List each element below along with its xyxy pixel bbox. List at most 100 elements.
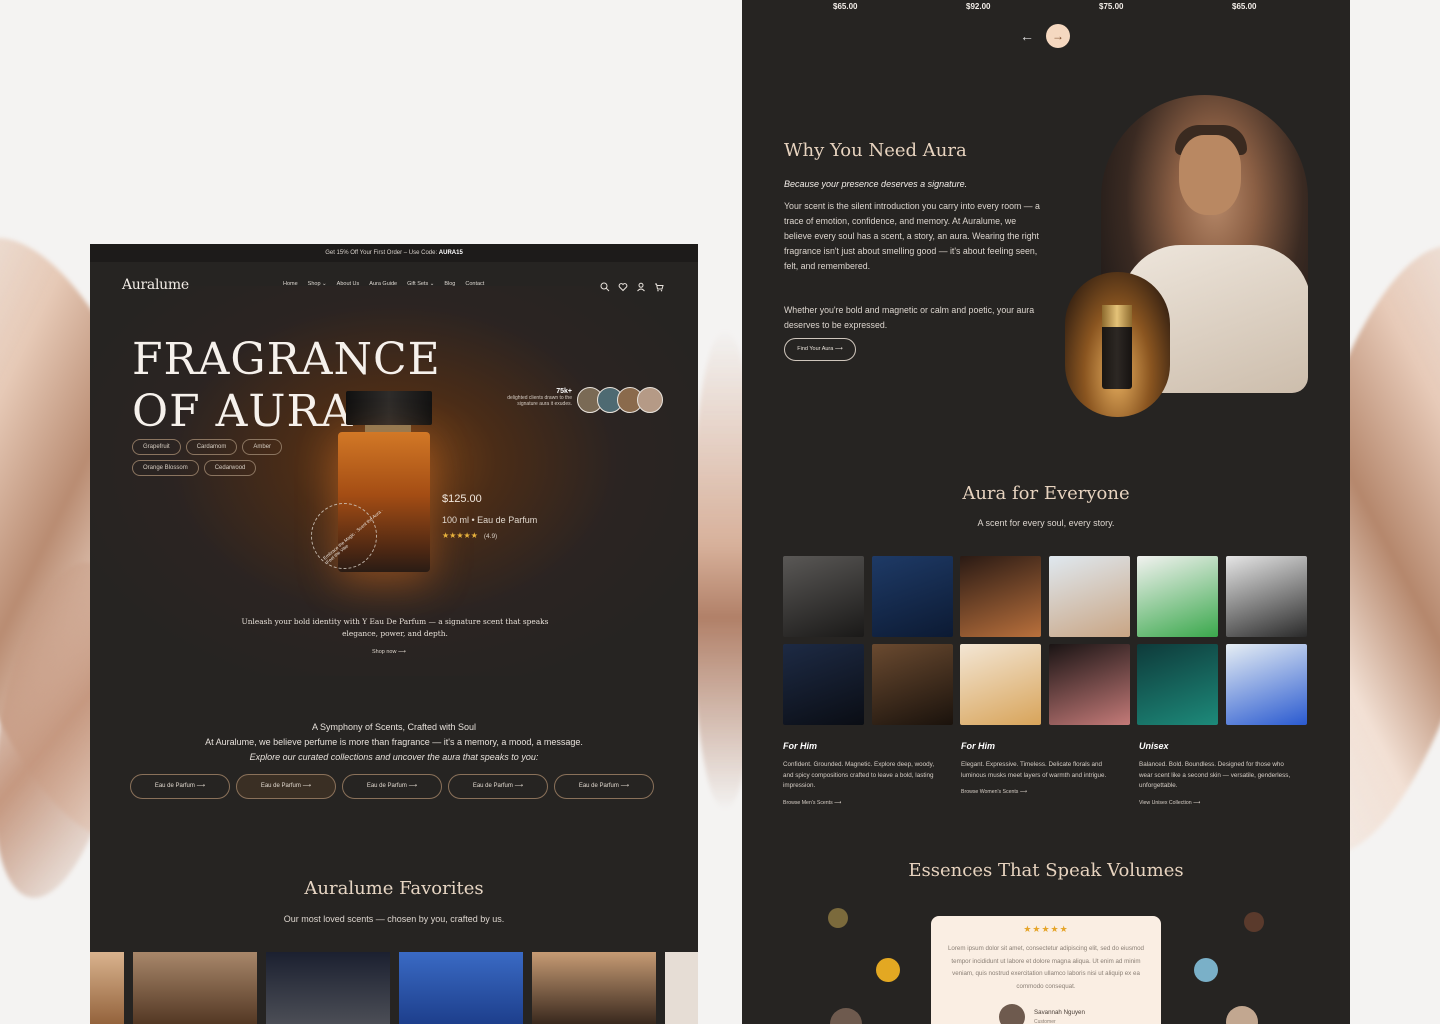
arrow-left-icon[interactable]: ← xyxy=(1020,28,1034,44)
perfume-image[interactable] xyxy=(1048,556,1130,637)
audience-column: Unisex Balanced. Bold. Boundless. Design… xyxy=(1139,741,1294,806)
arrow-right-icon[interactable]: → xyxy=(1046,24,1070,48)
user-icon[interactable] xyxy=(636,279,646,292)
why-paragraph: Your scent is the silent introduction yo… xyxy=(784,201,1040,271)
testimonial-text: Lorem ipsum dolor sit amet, consectetur … xyxy=(947,945,1145,990)
perfume-bottle-neck xyxy=(365,425,411,432)
client-avatars xyxy=(577,387,663,413)
about-panel: $65.00 $92.00 $75.00 $65.00 ← → Why You … xyxy=(742,0,1350,1024)
audience-columns: For Him Confident. Grounded. Magnetic. E… xyxy=(783,741,1294,806)
promo-bar: Get 15% Off Your First Order – Use Code:… xyxy=(90,244,698,262)
product-image[interactable] xyxy=(266,952,390,1024)
menu: Home Shop ⌄ About Us Aura Guide Gift Set… xyxy=(283,281,484,287)
perfume-image[interactable] xyxy=(783,556,864,637)
carousel-arrows: ← → xyxy=(1020,24,1070,48)
logo[interactable]: Auralume xyxy=(122,277,189,293)
collection-pills: Eau de Parfum ⟶ Eau de Parfum ⟶ Eau de P… xyxy=(130,774,654,799)
find-your-aura-button[interactable]: Find Your Aura ⟶ xyxy=(784,338,856,361)
avatar xyxy=(1226,1006,1258,1024)
tag-grapefruit[interactable]: Grapefruit xyxy=(132,439,181,455)
heart-icon[interactable] xyxy=(618,279,628,292)
everyone-title: Aura for Everyone xyxy=(962,483,1130,504)
favorites-carousel xyxy=(90,952,698,1024)
avatar xyxy=(830,1008,862,1024)
tag-amber[interactable]: Amber xyxy=(242,439,283,455)
browse-womens-link[interactable]: Browse Women's Scents ⟶ xyxy=(961,789,1116,795)
reviewer-role: Customer xyxy=(1034,1019,1056,1024)
product-image[interactable] xyxy=(532,952,656,1024)
reviewer-name: Savannah Nguyen xyxy=(1034,1009,1085,1016)
main-nav: Auralume Home Shop ⌄ About Us Aura Guide… xyxy=(90,272,698,296)
perfume-image[interactable] xyxy=(871,644,953,725)
avatar xyxy=(637,387,663,413)
product-price: $65.00 xyxy=(833,2,858,11)
nav-icons xyxy=(600,279,664,292)
product-image[interactable] xyxy=(665,952,698,1024)
tag-cedarwood[interactable]: Cedarwood xyxy=(203,460,257,476)
nav-gift-sets[interactable]: Gift Sets ⌄ xyxy=(407,281,434,287)
hero-volume: 100 ml • Eau de Parfum xyxy=(442,515,538,525)
gold-bottle-image xyxy=(1065,272,1170,417)
favorites-title: Auralume Favorites xyxy=(304,878,484,899)
collection-pill[interactable]: Eau de Parfum ⟶ xyxy=(236,774,336,799)
view-unisex-link[interactable]: View Unisex Collection ⟶ xyxy=(1139,800,1294,806)
perfume-image[interactable] xyxy=(1137,644,1218,725)
product-price: $65.00 xyxy=(1232,2,1257,11)
browse-mens-link[interactable]: Browse Men's Scents ⟶ xyxy=(783,800,938,806)
product-image[interactable] xyxy=(90,952,124,1024)
star-icons: ★★★★★ xyxy=(1023,924,1069,934)
nav-about[interactable]: About Us xyxy=(337,281,360,287)
perfume-image[interactable] xyxy=(783,644,864,725)
perfume-image[interactable] xyxy=(960,644,1041,725)
why-paragraph-2: Whether you're bold and magnetic or calm… xyxy=(784,305,1035,330)
audience-column: For Him Confident. Grounded. Magnetic. E… xyxy=(783,741,938,806)
arrow-right-icon: ⟶ xyxy=(398,649,406,655)
nav-contact[interactable]: Contact xyxy=(465,281,484,287)
perfume-image[interactable] xyxy=(1048,644,1130,725)
notes-tags: Grapefruit Cardamom Amber Orange Blossom… xyxy=(132,439,302,476)
rotating-badge xyxy=(311,503,377,569)
product-price: $92.00 xyxy=(966,2,991,11)
product-image[interactable] xyxy=(399,952,523,1024)
nav-shop[interactable]: Shop ⌄ xyxy=(308,281,327,287)
cart-icon[interactable] xyxy=(654,279,664,292)
why-subtitle: Because your presence deserves a signatu… xyxy=(784,179,968,189)
nav-home[interactable]: Home xyxy=(283,281,298,287)
collection-pill[interactable]: Eau de Parfum ⟶ xyxy=(554,774,654,799)
clients-count: 75k+ delighted clients drawn to the sign… xyxy=(507,388,572,407)
hero-rating: ★★★★★ (4.9) xyxy=(442,531,498,540)
nav-blog[interactable]: Blog xyxy=(444,281,455,287)
perfume-image[interactable] xyxy=(1225,644,1307,725)
promo-code: AURA15 xyxy=(438,250,463,256)
tag-cardamom[interactable]: Cardamom xyxy=(185,439,238,455)
collection-pill[interactable]: Eau de Parfum ⟶ xyxy=(448,774,548,799)
collection-pill[interactable]: Eau de Parfum ⟶ xyxy=(342,774,442,799)
everyone-subtitle: A scent for every soul, every story. xyxy=(977,518,1115,528)
search-icon[interactable] xyxy=(600,279,610,292)
perfume-image[interactable] xyxy=(871,556,953,637)
nav-aura-guide[interactable]: Aura Guide xyxy=(369,281,397,287)
avatar xyxy=(999,1004,1025,1024)
avatar xyxy=(828,908,848,928)
testimonial-card: ★★★★★ Lorem ipsum dolor sit amet, consec… xyxy=(931,916,1161,1024)
product-image[interactable] xyxy=(133,952,257,1024)
collection-pill[interactable]: Eau de Parfum ⟶ xyxy=(130,774,230,799)
tag-orange-blossom[interactable]: Orange Blossom xyxy=(132,460,199,476)
star-icons: ★★★★★ xyxy=(442,531,478,540)
perfume-image[interactable] xyxy=(1137,556,1218,637)
perfume-image[interactable] xyxy=(1225,556,1307,637)
product-price: $75.00 xyxy=(1099,2,1124,11)
perfume-bottle-cap xyxy=(346,391,432,425)
avatar xyxy=(1194,958,1218,982)
perfume-image[interactable] xyxy=(960,556,1041,637)
perfume-gallery xyxy=(783,556,1307,725)
favorites-subtitle: Our most loved scents — chosen by you, c… xyxy=(283,914,505,924)
avatar xyxy=(1244,912,1264,932)
hero-description: Unleash your bold identity with Y Eau De… xyxy=(241,617,549,638)
testimonials-title: Essences That Speak Volumes xyxy=(908,860,1184,881)
shop-now-link[interactable]: Shop now ⟶ xyxy=(372,649,406,655)
why-title: Why You Need Aura xyxy=(784,140,967,161)
audience-column: For Him Elegant. Expressive. Timeless. D… xyxy=(961,741,1116,806)
avatar xyxy=(876,958,900,982)
homepage-hero-panel: Get 15% Off Your First Order – Use Code:… xyxy=(90,244,698,1024)
